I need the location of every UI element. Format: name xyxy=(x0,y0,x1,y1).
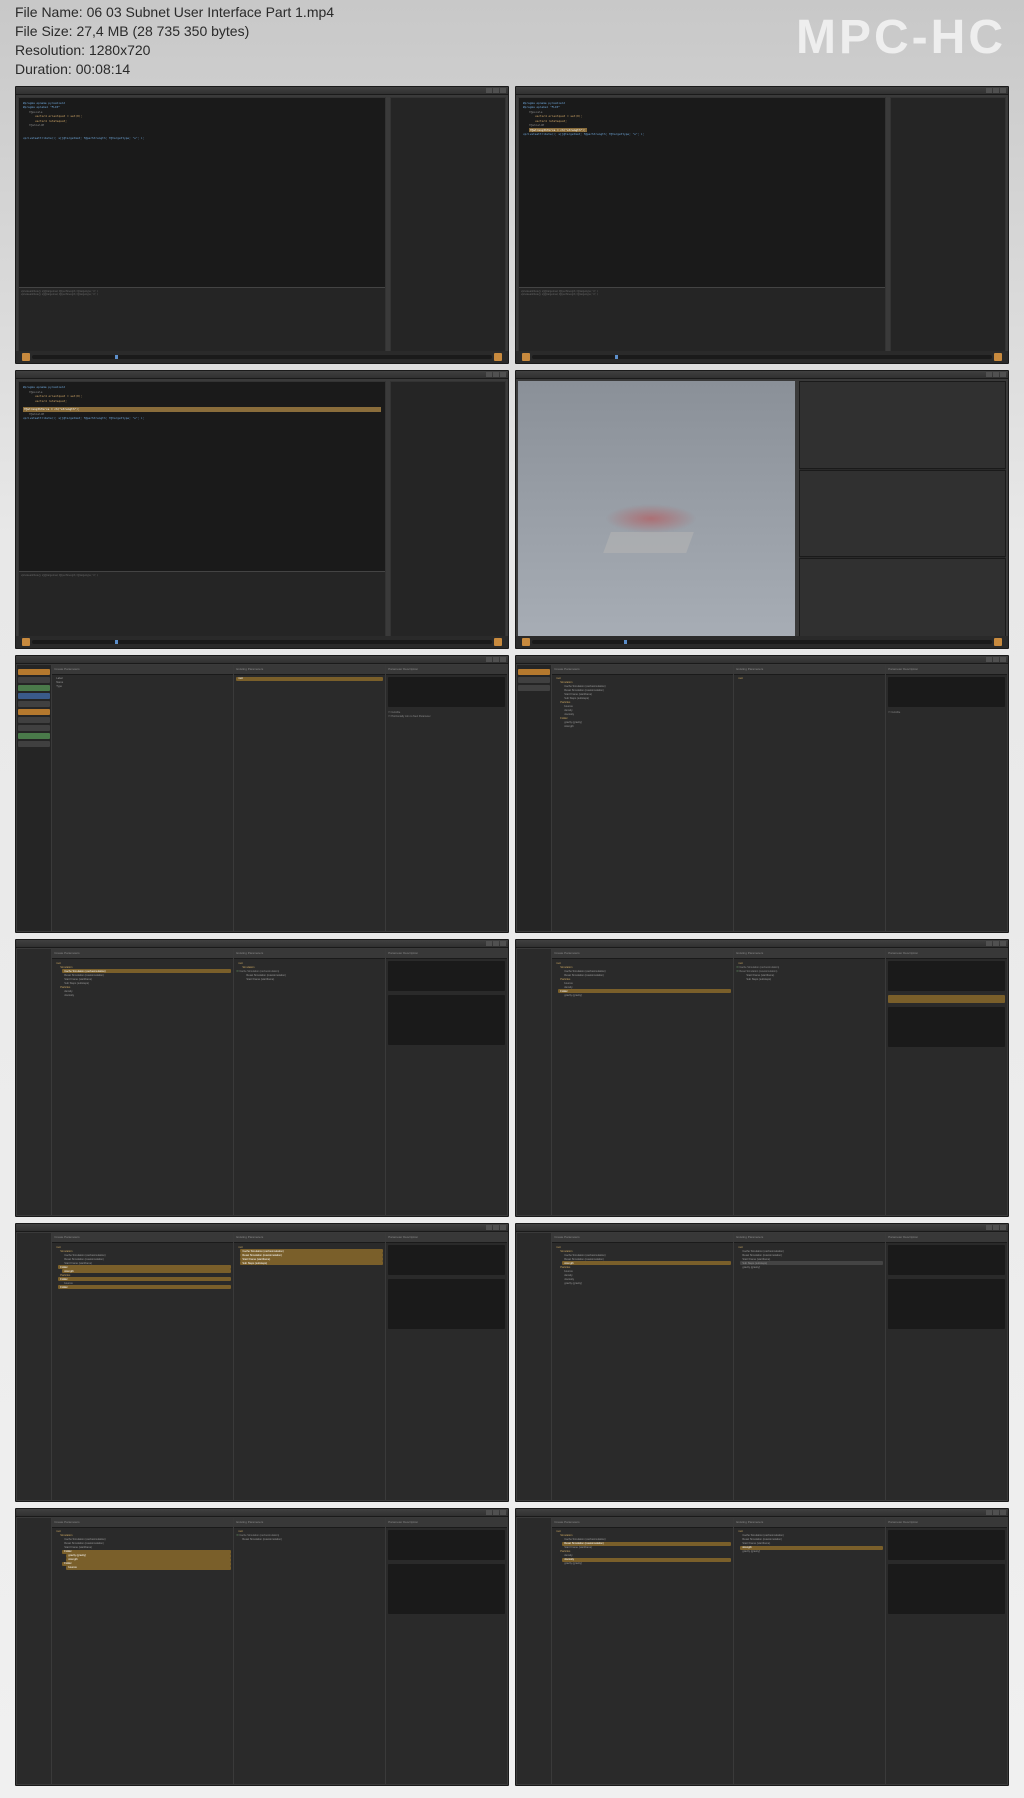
existing-params-col[interactable]: Existing Parameters root Cache Simulatio… xyxy=(734,1518,885,1784)
param-desc-col[interactable]: Parameter Description Invisible xyxy=(886,665,1007,931)
thumb-12[interactable]: Create Parameters root Simulation Cache … xyxy=(515,1508,1009,1786)
thumb-4[interactable] xyxy=(515,370,1009,648)
thumb-2[interactable]: #pragma opname pyroshield #pragma oplabe… xyxy=(515,86,1009,364)
thumb-5[interactable]: Create Parameters Label Name Type Existi… xyxy=(15,655,509,933)
existing-params-col[interactable]: Existing Parameters root Cache Simulatio… xyxy=(234,1233,385,1499)
thumb-8[interactable]: Create Parameters root Simulation Cache … xyxy=(515,939,1009,1217)
timeline[interactable] xyxy=(516,636,1008,648)
params-tree[interactable]: Create Parameters root Simulation Cache … xyxy=(52,1518,233,1784)
window-titlebar xyxy=(16,87,508,95)
timeline[interactable] xyxy=(516,351,1008,363)
code-area: #pragma opname pyroshield f@pscale vecto… xyxy=(19,382,385,571)
param-desc-col[interactable]: Parameter Description xyxy=(886,949,1007,1215)
filesize-value: 27,4 MB (28 735 350 bytes) xyxy=(76,23,249,39)
output-panel: vprivateattribute(); s[]@targetmat; f@pe… xyxy=(19,571,385,644)
thumb-11[interactable]: Create Parameters root Simulation Cache … xyxy=(15,1508,509,1786)
window-titlebar xyxy=(16,1224,508,1232)
window-titlebar xyxy=(16,940,508,948)
code-area: #pragma opname pyroshield #pragma oplabe… xyxy=(519,98,885,287)
thumb-1[interactable]: #pragma opname pyroshield #pragma oplabe… xyxy=(15,86,509,364)
output-panel: vprivateattribute(); s[]@targetmat; f@pe… xyxy=(519,287,885,360)
existing-params-col[interactable]: Existing Parameters root Simulation Cach… xyxy=(234,949,385,1215)
timeline[interactable] xyxy=(16,351,508,363)
params-tree[interactable]: Create Parameters root Simulation Cache … xyxy=(552,1518,733,1784)
thumb-7[interactable]: Create Parameters root Simulation Cache … xyxy=(15,939,509,1217)
file-info-block: File Name: 06 03 Subnet User Interface P… xyxy=(15,3,334,79)
param-desc-col[interactable]: Parameter Description xyxy=(386,1233,507,1499)
params-tree[interactable]: Create Parameters root Simulation Cache … xyxy=(552,665,733,931)
window-titlebar xyxy=(516,940,1008,948)
param-desc-col[interactable]: Parameter Description xyxy=(886,1233,1007,1499)
existing-params-col[interactable]: Existing Parameters root Cache Simulatio… xyxy=(234,1518,385,1784)
param-desc-col[interactable]: Parameter Description xyxy=(886,1518,1007,1784)
window-titlebar xyxy=(516,87,1008,95)
duration-value: 00:08:14 xyxy=(76,61,131,77)
window-titlebar xyxy=(516,371,1008,379)
thumb-3[interactable]: #pragma opname pyroshield f@pscale vecto… xyxy=(15,370,509,648)
window-titlebar xyxy=(16,371,508,379)
params-tree[interactable]: Create Parameters root Simulation Cache … xyxy=(52,1233,233,1499)
resolution-value: 1280x720 xyxy=(89,42,151,58)
window-titlebar xyxy=(516,1509,1008,1517)
output-panel: vprivateattribute(); s[]@targetmat; f@pe… xyxy=(19,287,385,360)
window-titlebar xyxy=(516,656,1008,664)
watermark: MPC-HC xyxy=(796,10,1006,65)
thumb-6[interactable]: Create Parameters root Simulation Cache … xyxy=(515,655,1009,933)
filename-value: 06 03 Subnet User Interface Part 1.mp4 xyxy=(87,4,334,20)
thumb-10[interactable]: Create Parameters root Simulation Cache … xyxy=(515,1223,1009,1501)
params-tree[interactable]: Create Parameters root Simulation Cache … xyxy=(52,949,233,1215)
timeline[interactable] xyxy=(16,636,508,648)
left-strip xyxy=(517,665,551,931)
side-panels xyxy=(799,381,1006,645)
window-titlebar xyxy=(16,656,508,664)
left-strip xyxy=(17,665,51,931)
code-area: #pragma opname pyroshield #pragma oplabe… xyxy=(19,98,385,287)
params-tree[interactable]: Create Parameters root Simulation Cache … xyxy=(552,949,733,1215)
viewport-3d[interactable] xyxy=(518,381,795,645)
window-titlebar xyxy=(516,1224,1008,1232)
window-titlebar xyxy=(16,1509,508,1517)
existing-params-col[interactable]: Existing Parameters root Cache Simulatio… xyxy=(734,1233,885,1499)
thumbnail-grid: #pragma opname pyroshield #pragma oplabe… xyxy=(15,86,1009,1786)
param-desc-col[interactable]: Parameter Description xyxy=(386,1518,507,1784)
create-params-col[interactable]: Create Parameters Label Name Type xyxy=(52,665,233,931)
existing-params-col[interactable]: Existing Parameters root xyxy=(734,665,885,931)
existing-params-col[interactable]: Existing Parameters root xyxy=(234,665,385,931)
thumb-9[interactable]: Create Parameters root Simulation Cache … xyxy=(15,1223,509,1501)
param-desc-col[interactable]: Parameter Description xyxy=(386,949,507,1215)
param-desc-col[interactable]: Parameter Description Invisible Horizont… xyxy=(386,665,507,931)
params-tree[interactable]: Create Parameters root Simulation Cache … xyxy=(552,1233,733,1499)
existing-params-col[interactable]: Existing Parameters root Cache Simulatio… xyxy=(734,949,885,1215)
